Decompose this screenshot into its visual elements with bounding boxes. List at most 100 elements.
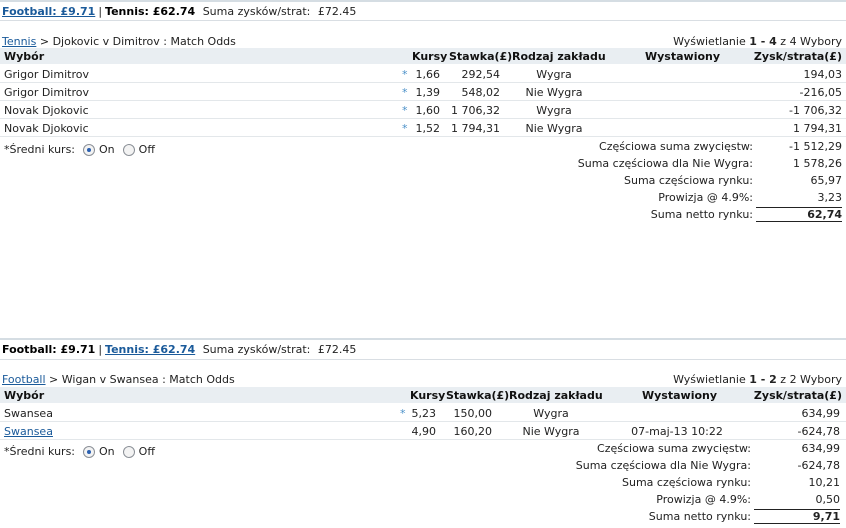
pl-summary-bar: Football: £9.71 | Tennis: £62.74 Suma zysk…	[2, 343, 356, 356]
row-profit-loss: -216,05	[799, 86, 842, 99]
row-selection: Swansea	[4, 407, 53, 420]
breadcrumb-market: > Djokovic v Dimitrov : Match Odds	[36, 35, 236, 48]
row-odds: 1,52	[415, 122, 441, 135]
subtotal-wins: Częściowa suma zwycięstw: -1 512,29	[0, 138, 846, 155]
tennis-total-link[interactable]: Tennis: £62.74	[105, 343, 195, 356]
row-placed: 07-maj-13 10:22	[631, 425, 723, 438]
net-total-value: 9,71	[754, 509, 840, 524]
header-profit-loss: Zysk/strata(£)	[753, 389, 842, 402]
display-range: 1 - 2	[749, 373, 777, 386]
header-selection: Wybór	[4, 389, 45, 402]
breadcrumb: Football > Wigan v Swansea : Match Odds	[2, 373, 235, 386]
net-total-label: Suma netto rynku:	[648, 510, 751, 523]
subtotal-lays: Suma częściowa dla Nie Wygra: 1 578,26	[0, 155, 846, 172]
row-stake: 1 706,32	[451, 104, 500, 117]
header-odds: Kursy	[410, 389, 446, 402]
display-prefix: Wyświetlanie	[673, 35, 750, 48]
subtotal-lays: Suma częściowa dla Nie Wygra: -624,78	[0, 457, 846, 474]
row-odds: 1,66	[415, 68, 441, 81]
subtotal-label: Częściowa suma zwycięstw:	[599, 140, 753, 153]
display-total: 2	[789, 373, 797, 386]
table-row: Grigor Dimitrov * 1,66 292,54 Wygra 194,…	[0, 65, 846, 83]
net-market-total: Suma netto rynku: 62,74	[0, 206, 846, 223]
row-odds: 1,39	[415, 86, 441, 99]
subtotal-wins: Częściowa suma zwycięstw: 634,99	[0, 440, 846, 457]
display-middle: z	[776, 373, 790, 386]
row-selection: Novak Djokovic	[4, 104, 89, 117]
header-stake: Stawka(£)	[446, 389, 510, 402]
table-row: Novak Djokovic * 1,60 1 706,32 Wygra -1 …	[0, 101, 846, 119]
pl-summary-bar: Football: £9.71 | Tennis: £62.74 Suma zysk…	[2, 5, 356, 18]
row-selection: Grigor Dimitrov	[4, 68, 89, 81]
breadcrumb-sport-link[interactable]: Tennis	[2, 35, 36, 48]
header-odds: Kursy	[412, 50, 448, 63]
header-bet-type: Rodzaj zakładu	[512, 50, 606, 63]
row-selection: Novak Djokovic	[4, 122, 89, 135]
header-placed: Wystawiony	[645, 50, 721, 63]
row-odds: 1,60	[415, 104, 441, 117]
market-panel-tennis: Football: £9.71 | Tennis: £62.74 Suma zysk…	[0, 0, 846, 222]
display-count: Wyświetlanie 1 - 2 z 2 Wybory	[673, 373, 842, 386]
display-range: 1 - 4	[749, 35, 777, 48]
avg-odds-marker: *	[402, 104, 408, 117]
market-subtotal: Suma częściowa rynku: 65,97	[0, 172, 846, 189]
row-profit-loss: 634,99	[801, 407, 841, 420]
subtotal-value: 65,97	[810, 174, 843, 187]
header-selection: Wybór	[4, 50, 45, 63]
avg-odds-marker: *	[400, 407, 406, 420]
total-value: £72.45	[317, 343, 357, 356]
subtotal-label: Suma częściowa dla Nie Wygra:	[575, 459, 751, 472]
avg-odds-marker: *	[402, 86, 408, 99]
row-profit-loss: -1 706,32	[789, 104, 842, 117]
top-divider	[0, 0, 846, 2]
row-bet-type: Nie Wygra	[522, 425, 580, 438]
table-header: Wybór Kursy Stawka(£) Rodzaj zakładu Wys…	[0, 48, 846, 64]
row-stake: 1 794,31	[451, 122, 500, 135]
row-bet-type: Wygra	[536, 104, 572, 117]
football-total-link[interactable]: Football: £9.71	[2, 5, 95, 18]
commission-label: Prowizja @ 4.9%:	[658, 191, 753, 204]
avg-odds-marker: *	[402, 122, 408, 135]
breadcrumb-market: > Wigan v Swansea : Match Odds	[45, 373, 235, 386]
table-row: Swansea * 5,23 150,00 Wygra 634,99	[0, 404, 846, 422]
subtotal-value: -1 512,29	[789, 140, 842, 153]
header-bet-type: Rodzaj zakładu	[509, 389, 603, 402]
row-bet-type: Wygra	[533, 407, 569, 420]
subtotal-label: Suma częściowa rynku:	[621, 476, 751, 489]
display-suffix: Wybory	[796, 373, 842, 386]
header-profit-loss: Zysk/strata(£)	[753, 50, 842, 63]
row-profit-loss: 194,03	[803, 68, 843, 81]
subtotal-value: 1 578,26	[793, 157, 842, 170]
subtotal-label: Częściowa suma zwycięstw:	[597, 442, 751, 455]
commission-label: Prowizja @ 4.9%:	[656, 493, 751, 506]
row-stake: 160,20	[453, 425, 493, 438]
row-selection-link[interactable]: Swansea	[4, 425, 53, 438]
header-placed: Wystawiony	[642, 389, 718, 402]
display-prefix: Wyświetlanie	[673, 373, 750, 386]
subtotal-value: 634,99	[801, 442, 841, 455]
tennis-total: Tennis: £62.74	[105, 5, 196, 18]
commission: Prowizja @ 4.9%: 0,50	[0, 491, 846, 508]
row-bet-type: Nie Wygra	[525, 122, 583, 135]
net-total-label: Suma netto rynku:	[650, 208, 753, 221]
total-label: Suma zysków/strat:	[202, 5, 311, 18]
net-market-total: Suma netto rynku: 9,71	[0, 508, 846, 525]
row-profit-loss: 1 794,31	[793, 122, 842, 135]
subtotal-label: Suma częściowa rynku:	[623, 174, 753, 187]
avg-odds-marker: *	[402, 68, 408, 81]
header-stake: Stawka(£)	[449, 50, 513, 63]
row-bet-type: Nie Wygra	[525, 86, 583, 99]
table-row: Novak Djokovic * 1,52 1 794,31 Nie Wygra…	[0, 119, 846, 137]
row-stake: 548,02	[461, 86, 501, 99]
display-middle: z	[776, 35, 790, 48]
subtotal-value: -624,78	[797, 459, 840, 472]
display-total: 4	[789, 35, 797, 48]
market-panel-football: Football: £9.71 | Tennis: £62.74 Suma zysk…	[0, 338, 846, 528]
divider	[0, 20, 846, 21]
breadcrumb-sport-link[interactable]: Football	[2, 373, 46, 386]
commission-value: 3,23	[817, 191, 843, 204]
table-header: Wybór Kursy Stawka(£) Rodzaj zakładu Wys…	[0, 387, 846, 403]
row-selection: Grigor Dimitrov	[4, 86, 89, 99]
subtotal-value: 10,21	[808, 476, 841, 489]
table-row: Swansea 4,90 160,20 Nie Wygra 07-maj-13 …	[0, 422, 846, 440]
